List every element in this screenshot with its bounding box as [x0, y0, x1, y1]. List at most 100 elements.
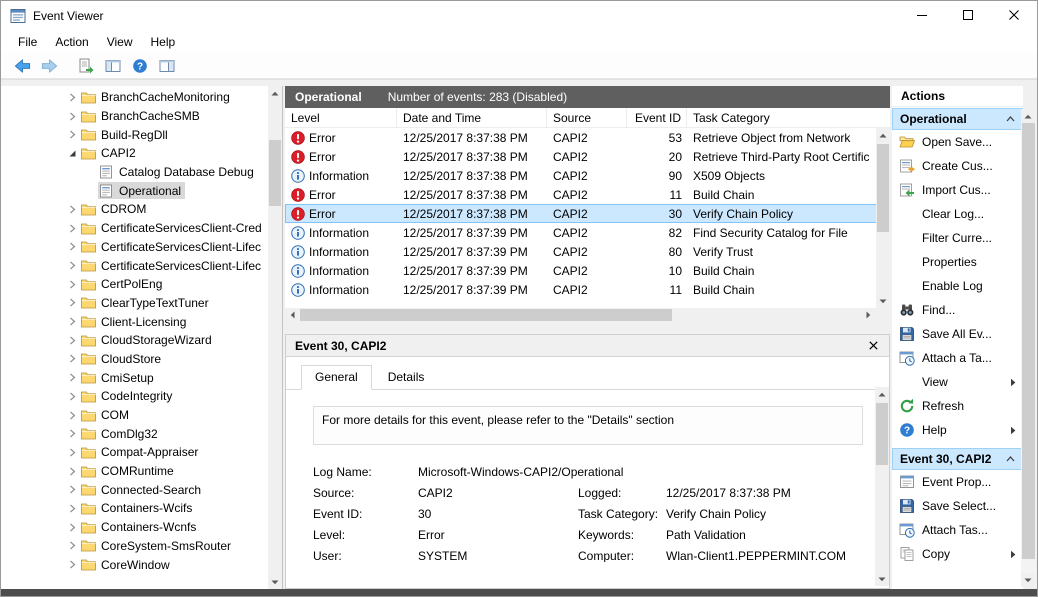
- action-properties[interactable]: Properties: [892, 250, 1023, 274]
- tree-expander-icon[interactable]: [64, 127, 80, 143]
- tree-item-build-regdll[interactable]: Build-RegDll: [1, 125, 268, 144]
- event-list-hscrollbar[interactable]: [285, 308, 875, 322]
- tree-expander-icon[interactable]: [64, 351, 80, 367]
- scroll-right-button[interactable]: [861, 308, 875, 322]
- tree-item-branchcachemonitoring[interactable]: BranchCacheMonitoring: [1, 88, 268, 107]
- scroll-down-button[interactable]: [268, 575, 282, 589]
- event-row[interactable]: Error12/25/2017 8:37:38 PMCAPI211Build C…: [285, 185, 890, 204]
- event-row[interactable]: Information12/25/2017 8:37:39 PMCAPI210B…: [285, 261, 890, 280]
- event-row[interactable]: Error12/25/2017 8:37:38 PMCAPI230Verify …: [285, 204, 890, 223]
- tree-item-cloudstore[interactable]: CloudStore: [1, 350, 268, 369]
- action-clear-log[interactable]: Clear Log...: [892, 202, 1023, 226]
- event-row[interactable]: Information12/25/2017 8:37:38 PMCAPI290X…: [285, 166, 890, 185]
- menu-item-action[interactable]: Action: [46, 32, 97, 52]
- tree-expander-icon[interactable]: [64, 557, 80, 573]
- event-list-hscroll-thumb[interactable]: [300, 309, 672, 321]
- tree-expander-icon[interactable]: [64, 314, 80, 330]
- tree-item-certpoleng[interactable]: CertPolEng: [1, 275, 268, 294]
- close-button[interactable]: [991, 1, 1037, 31]
- tree-item-compat-appraiser[interactable]: Compat-Appraiser: [1, 443, 268, 462]
- tree-expander-icon[interactable]: [64, 388, 80, 404]
- column-header-date-and-time[interactable]: Date and Time: [397, 108, 547, 127]
- tree-expander-icon[interactable]: [64, 276, 80, 292]
- tree-item-connected-search[interactable]: Connected-Search: [1, 480, 268, 499]
- collapse-icon[interactable]: [1006, 456, 1015, 462]
- scroll-up-button[interactable]: [1021, 109, 1035, 123]
- action-view[interactable]: View: [892, 370, 1023, 394]
- toolbar-action-pane-button[interactable]: [155, 55, 179, 77]
- preview-close-button[interactable]: [865, 338, 881, 354]
- tree-expander-icon[interactable]: [64, 370, 80, 386]
- action-group-operational[interactable]: Operational: [892, 108, 1023, 130]
- scroll-down-button[interactable]: [875, 572, 889, 586]
- tree-item-cloudstoragewizard[interactable]: CloudStorageWizard: [1, 331, 268, 350]
- action-refresh[interactable]: Refresh: [892, 394, 1023, 418]
- tree-item-capi2[interactable]: CAPI2: [1, 144, 268, 163]
- toolbar-console-tree-button[interactable]: [101, 55, 125, 77]
- tree-item-containers-wcnfs[interactable]: Containers-Wcnfs: [1, 518, 268, 537]
- tab-details[interactable]: Details: [374, 365, 439, 389]
- actions-scrollbar[interactable]: [1021, 109, 1036, 587]
- action-event-prop[interactable]: Event Prop...: [892, 470, 1023, 494]
- tree-item-codeintegrity[interactable]: CodeIntegrity: [1, 387, 268, 406]
- preview-scroll-thumb[interactable]: [876, 403, 888, 465]
- column-header-task-category[interactable]: Task Category: [687, 108, 876, 127]
- tree-item-certificateservicesclient-lifec[interactable]: CertificateServicesClient-Lifec: [1, 256, 268, 275]
- tree-item-comruntime[interactable]: COMRuntime: [1, 462, 268, 481]
- tree-expander-icon[interactable]: [64, 108, 80, 124]
- toolbar-help-button[interactable]: ?: [128, 55, 152, 77]
- action-attach-a-ta[interactable]: Attach a Ta...: [892, 346, 1023, 370]
- tree-item-cleartypetexttuner[interactable]: ClearTypeTextTuner: [1, 294, 268, 313]
- action-filter-curre[interactable]: Filter Curre...: [892, 226, 1023, 250]
- menu-item-file[interactable]: File: [9, 32, 46, 52]
- toolbar-back-button[interactable]: [10, 55, 34, 77]
- tab-general[interactable]: General: [301, 365, 372, 390]
- action-help[interactable]: ?Help: [892, 418, 1023, 442]
- tree-expander-icon[interactable]: [64, 89, 80, 105]
- tree-item-certificateservicesclient-lifec[interactable]: CertificateServicesClient-Lifec: [1, 238, 268, 257]
- tree-item-coresystem-smsrouter[interactable]: CoreSystem-SmsRouter: [1, 537, 268, 556]
- action-save-all-ev[interactable]: Save All Ev...: [892, 322, 1023, 346]
- tree-item-operational[interactable]: Operational: [1, 181, 268, 200]
- toolbar-export-button[interactable]: [74, 55, 98, 77]
- event-row[interactable]: Error12/25/2017 8:37:38 PMCAPI253Retriev…: [285, 128, 890, 147]
- tree-expander-icon[interactable]: [64, 426, 80, 442]
- scroll-down-button[interactable]: [1021, 573, 1035, 587]
- event-list-scroll-thumb[interactable]: [877, 144, 889, 232]
- scroll-down-button[interactable]: [876, 294, 890, 308]
- action-attach-tas[interactable]: Attach Tas...: [892, 518, 1023, 542]
- tree-item-certificateservicesclient-cred[interactable]: CertificateServicesClient-Cred: [1, 219, 268, 238]
- tree-expander-icon[interactable]: [64, 258, 80, 274]
- action-open-save[interactable]: Open Save...: [892, 130, 1023, 154]
- tree-item-catalog-database-debug[interactable]: Catalog Database Debug: [1, 163, 268, 182]
- collapse-icon[interactable]: [1006, 116, 1015, 122]
- action-enable-log[interactable]: Enable Log: [892, 274, 1023, 298]
- tree-expander-icon[interactable]: [64, 220, 80, 236]
- column-header-event-id[interactable]: Event ID: [627, 108, 687, 127]
- preview-scrollbar[interactable]: [875, 387, 889, 586]
- scroll-left-button[interactable]: [285, 308, 299, 322]
- tree-item-client-licensing[interactable]: Client-Licensing: [1, 312, 268, 331]
- action-copy[interactable]: Copy: [892, 542, 1023, 566]
- tree-expander-icon[interactable]: [64, 407, 80, 423]
- tree-item-comdlg32[interactable]: ComDlg32: [1, 424, 268, 443]
- tree-expander-icon[interactable]: [64, 239, 80, 255]
- tree-item-containers-wcifs[interactable]: Containers-Wcifs: [1, 499, 268, 518]
- menu-item-help[interactable]: Help: [142, 32, 185, 52]
- tree-expander-icon[interactable]: [64, 519, 80, 535]
- action-save-select[interactable]: Save Select...: [892, 494, 1023, 518]
- event-row[interactable]: Information12/25/2017 8:37:39 PMCAPI211B…: [285, 280, 890, 299]
- tree-item-cdrom[interactable]: CDROM: [1, 200, 268, 219]
- tree-item-com[interactable]: COM: [1, 406, 268, 425]
- tree-item-branchcachesmb[interactable]: BranchCacheSMB: [1, 107, 268, 126]
- event-row[interactable]: Error12/25/2017 8:37:38 PMCAPI220Retriev…: [285, 147, 890, 166]
- actions-scroll-thumb[interactable]: [1022, 123, 1035, 559]
- maximize-button[interactable]: [945, 1, 991, 31]
- tree-expander-icon[interactable]: [64, 463, 80, 479]
- event-list-vscrollbar[interactable]: [876, 128, 890, 308]
- tree-scroll-thumb[interactable]: [269, 140, 281, 206]
- column-header-level[interactable]: Level: [285, 108, 397, 127]
- event-row[interactable]: Information12/25/2017 8:37:39 PMCAPI280V…: [285, 242, 890, 261]
- tree-item-cmisetup[interactable]: CmiSetup: [1, 368, 268, 387]
- action-find[interactable]: Find...: [892, 298, 1023, 322]
